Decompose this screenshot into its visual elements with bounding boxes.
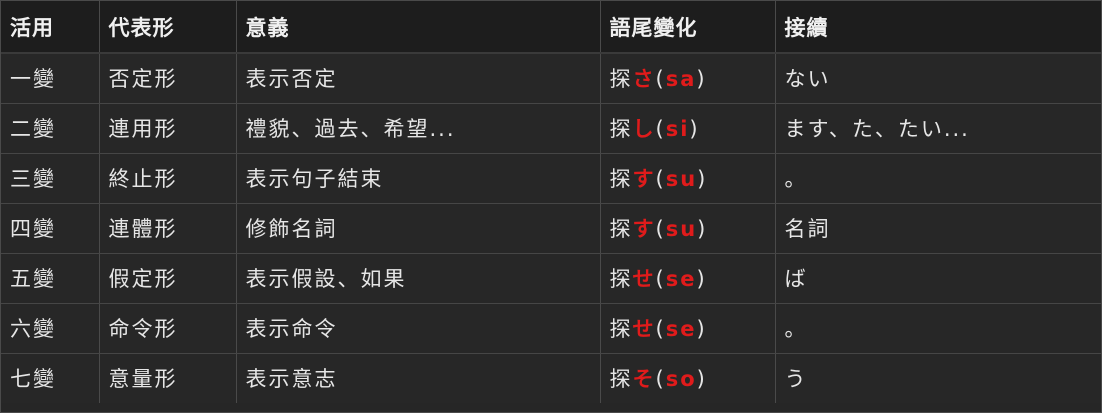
table-row: 三變 終止形 表示句子結束 探す(su)。 [1,153,1101,204]
header-meaning: 意義 [236,1,601,54]
meaning-cell: 表示句子結束 [236,153,601,204]
conjugation-form-cell: 二變 [1,103,100,154]
table-row: 二變 連用形 禮貌、過去、希望... 探し(si) ます、た、たい... [1,103,1101,154]
table-row: 一變 否定形 表示否定 探さ(sa) ない [1,53,1101,104]
header-name: 代表形 [99,1,237,54]
conjugation-form-cell: 一變 [1,53,100,104]
open-paren: ( [655,117,666,141]
header-connection: 接續 [775,1,1101,54]
verb-stem: 探 [609,267,633,291]
connection-cell: ば [775,253,1101,304]
ending-change-cell: 探す(su) [600,153,776,204]
conjugation-table-container: 活用 代表形 意義 語尾變化 接續 一變 否定形 表示否定 探さ(sa) ない 二變 連用形… [0,0,1102,413]
meaning-cell: 表示意志 [236,353,601,403]
open-paren: ( [655,217,666,241]
connection-cell: ます、た、たい... [775,103,1101,154]
header-ending: 語尾變化 [600,1,776,54]
ending-romaji: si [665,117,690,141]
ending-change-cell: 探せ(se) [600,303,776,354]
table-row: 四變 連體形 修飾名詞 探す(su) 名詞 [1,203,1101,254]
close-paren: ) [697,167,708,191]
connection-cell: 。 [775,153,1101,204]
verb-stem: 探 [609,167,633,191]
verb-stem: 探 [609,217,633,241]
ending-romaji: se [665,317,697,341]
conjugation-form-cell: 三變 [1,153,100,204]
open-paren: ( [655,367,666,392]
ending-kana: す [632,167,656,191]
verb-stem: 探 [609,67,633,92]
representative-form-cell: 連體形 [99,203,237,254]
ending-romaji: se [665,267,697,291]
connection-cell: 。 [775,303,1101,354]
ending-romaji: sa [665,67,697,92]
ending-change-cell: 探さ(sa) [600,53,776,104]
close-paren: ) [696,67,707,92]
table-row: 五變 假定形 表示假設、如果 探せ(se) ば [1,253,1101,304]
ending-change-cell: 探す(su) [600,203,776,254]
table-row: 六變 命令形 表示命令 探せ(se)。 [1,303,1101,354]
open-paren: ( [655,67,666,92]
representative-form-cell: 命令形 [99,303,237,354]
ending-kana: せ [632,267,656,291]
connection-cell: ない [775,53,1101,104]
verb-stem: 探 [609,117,633,141]
representative-form-cell: 否定形 [99,53,237,104]
ending-change-cell: 探せ(se) [600,253,776,304]
representative-form-cell: 終止形 [99,153,237,204]
ending-romaji: su [665,217,698,241]
open-paren: ( [655,317,666,341]
conjugation-form-cell: 四變 [1,203,100,254]
representative-form-cell: 連用形 [99,103,237,154]
meaning-cell: 表示命令 [236,303,601,354]
ending-romaji: so [665,367,697,392]
close-paren: ) [697,217,708,241]
ending-kana: せ [632,317,656,341]
representative-form-cell: 假定形 [99,253,237,304]
verb-stem: 探 [609,317,633,341]
header-form: 活用 [1,1,100,54]
meaning-cell: 修飾名詞 [236,203,601,254]
ending-kana: し [632,117,656,141]
table-header-row: 活用 代表形 意義 語尾變化 接續 [1,1,1101,54]
verb-stem: 探 [609,367,633,392]
close-paren: ) [696,317,707,341]
ending-kana: さ [632,67,656,92]
conjugation-table: 活用 代表形 意義 語尾變化 接續 一變 否定形 表示否定 探さ(sa) ない 二變 連用形… [1,1,1101,403]
ending-kana: そ [632,367,656,392]
ending-kana: す [632,217,656,241]
ending-romaji: su [665,167,698,191]
connection-cell: う [775,353,1101,403]
conjugation-form-cell: 六變 [1,303,100,354]
connection-cell: 名詞 [775,203,1101,254]
conjugation-form-cell: 五變 [1,253,100,304]
meaning-cell: 表示否定 [236,53,601,104]
representative-form-cell: 意量形 [99,353,237,403]
ending-change-cell: 探し(si) [600,103,776,154]
close-paren: ) [696,267,707,291]
open-paren: ( [655,267,666,291]
open-paren: ( [655,167,666,191]
meaning-cell: 禮貌、過去、希望... [236,103,601,154]
ending-change-cell: 探そ(so) [600,353,776,403]
conjugation-form-cell: 七變 [1,353,100,403]
close-paren: ) [689,117,700,141]
meaning-cell: 表示假設、如果 [236,253,601,304]
table-row: 七變 意量形 表示意志 探そ(so) う [1,353,1101,403]
close-paren: ) [696,367,707,392]
